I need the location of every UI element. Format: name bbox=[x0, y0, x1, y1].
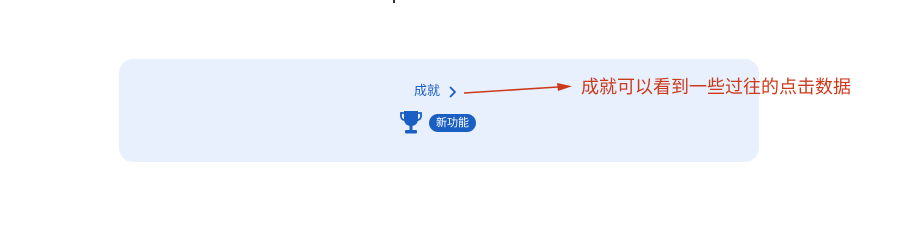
achievement-card bbox=[119, 59, 759, 162]
chevron-right-icon bbox=[449, 86, 456, 98]
annotation-arrow bbox=[463, 83, 572, 94]
new-feature-badge: 新功能 bbox=[429, 114, 476, 132]
achievement-link[interactable]: 成就 bbox=[414, 83, 458, 101]
achievement-label: 成就 bbox=[414, 84, 441, 99]
annotation-text: 成就可以看到一些过往的点击数据 bbox=[581, 77, 851, 98]
top-edge-mark bbox=[393, 0, 395, 3]
trophy-icon bbox=[400, 111, 422, 134]
